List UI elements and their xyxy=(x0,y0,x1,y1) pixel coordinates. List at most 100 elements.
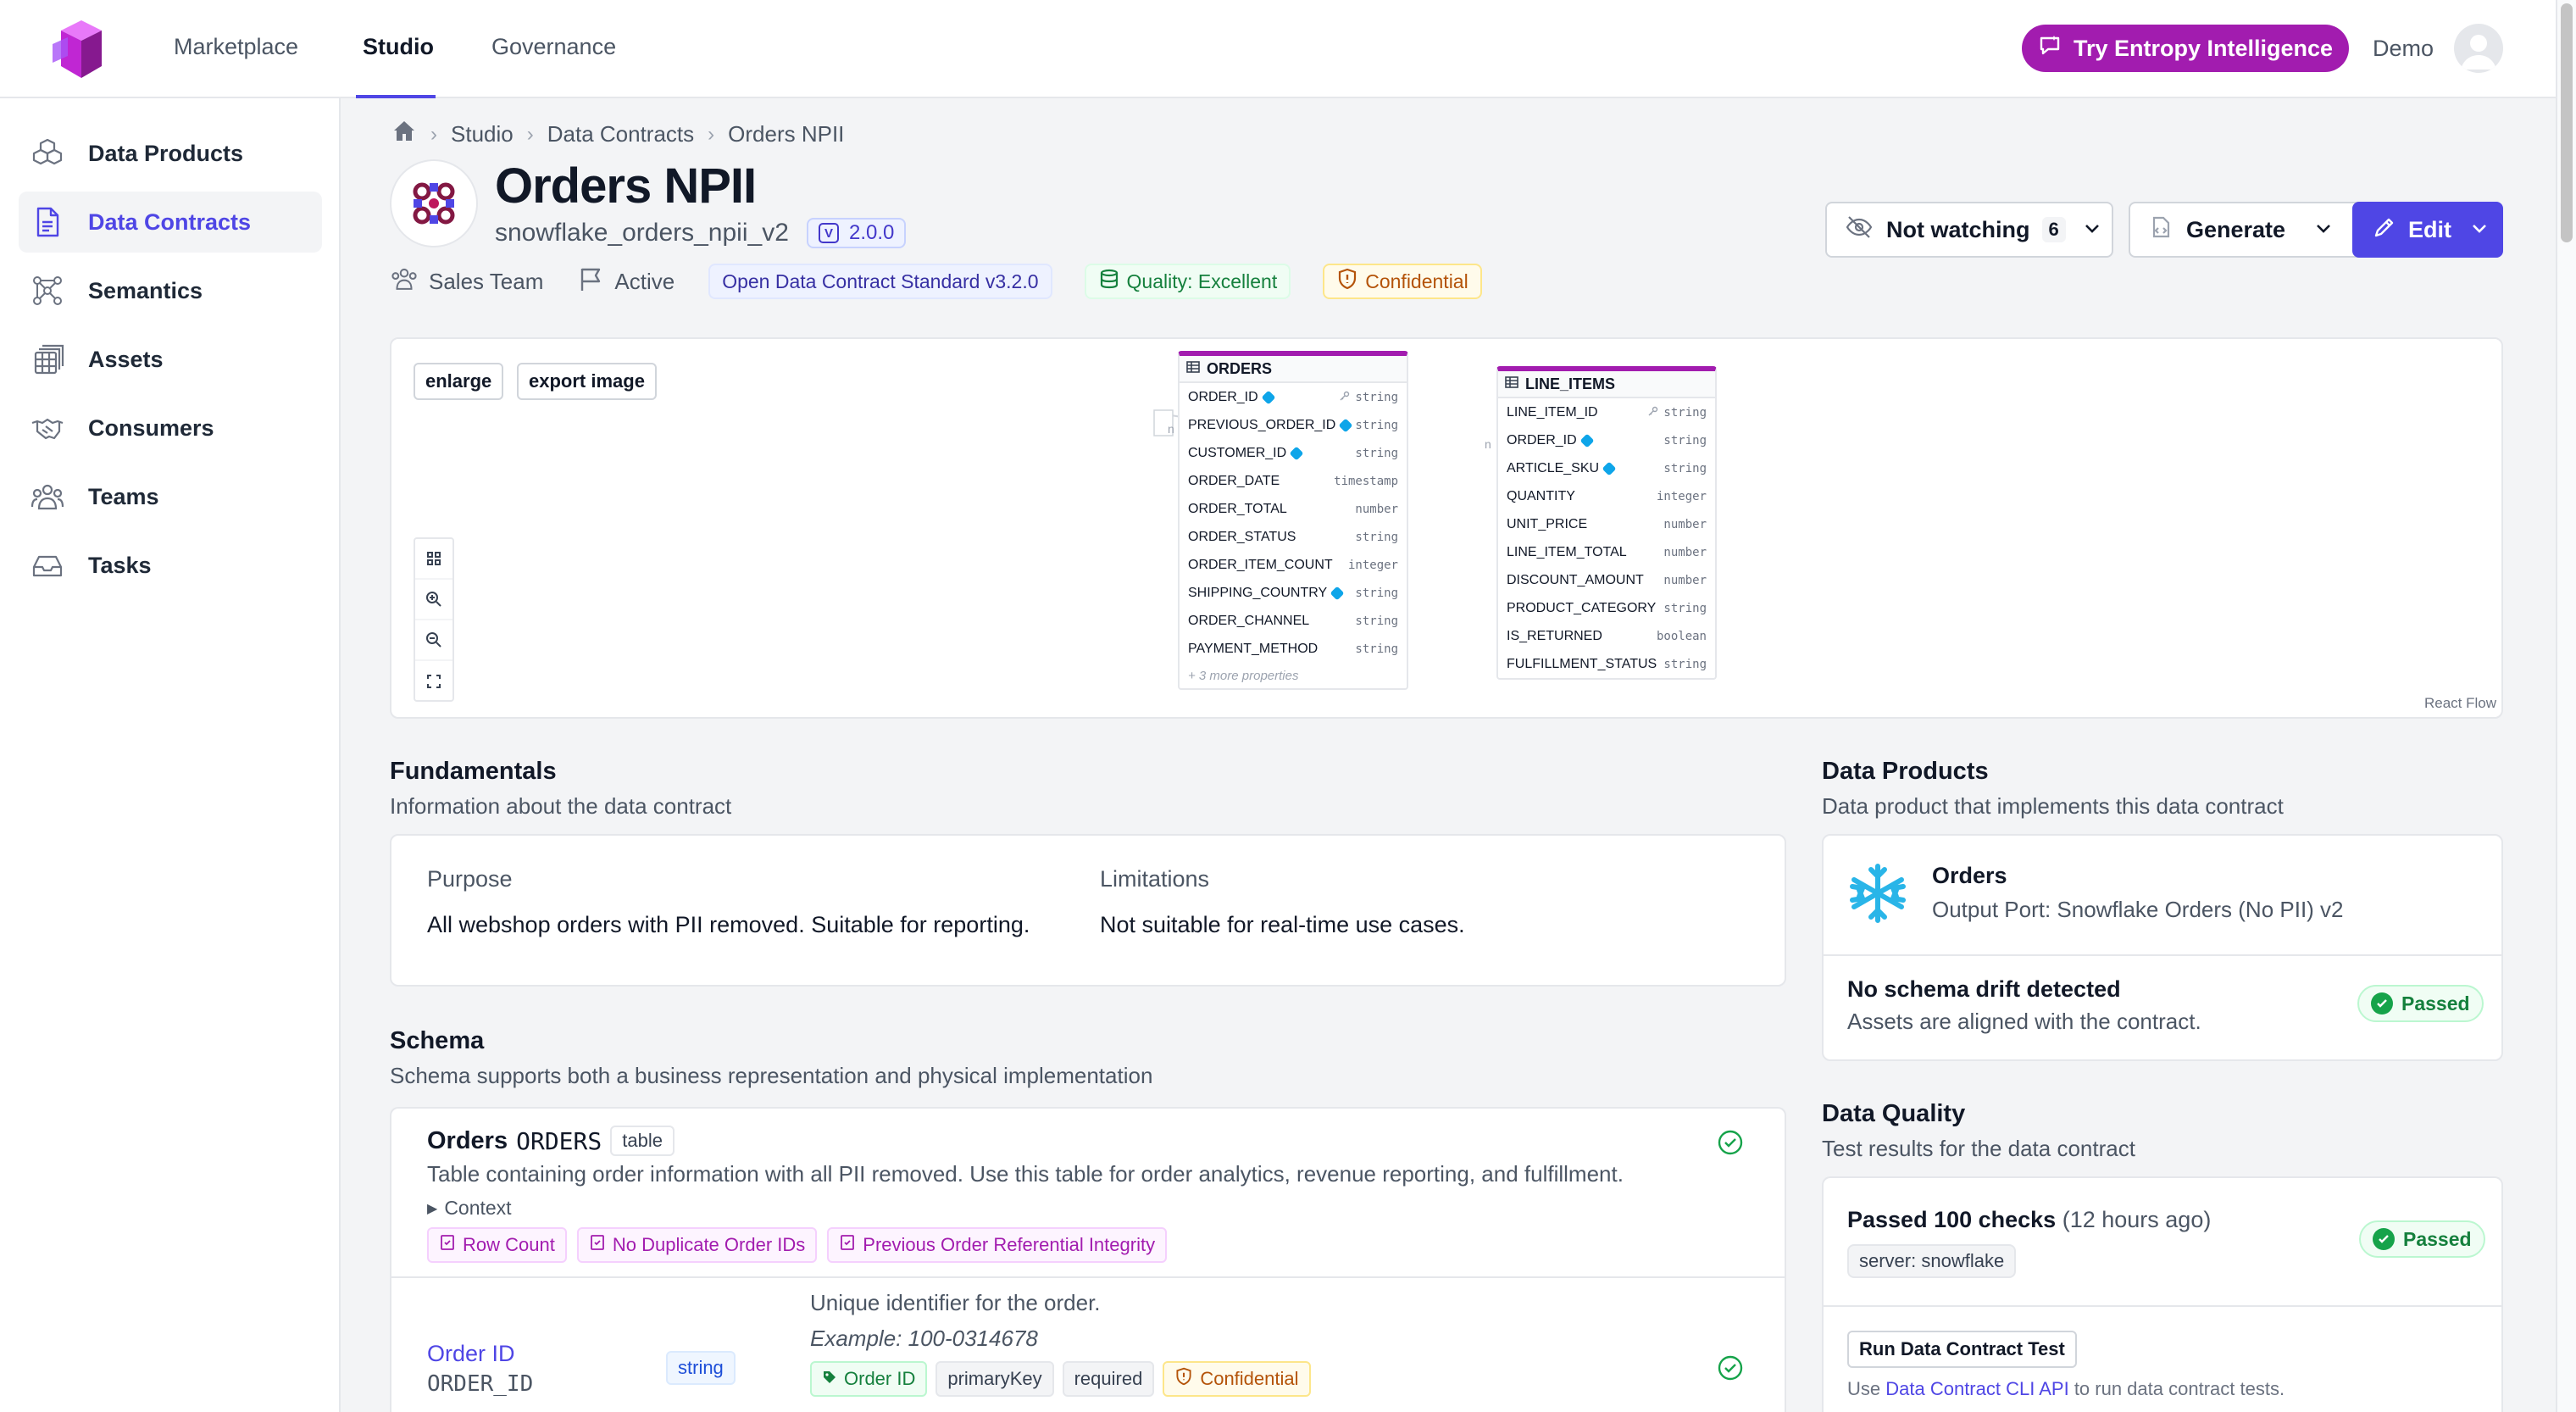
node-field-row: LINE_ITEM_ID string xyxy=(1498,398,1715,426)
breadcrumb-studio[interactable]: Studio xyxy=(451,121,514,147)
product-name[interactable]: Orders xyxy=(1932,863,2007,889)
field-name: IS_RETURNED xyxy=(1507,628,1602,643)
table-icon xyxy=(1505,375,1518,393)
sidebar-item-teams[interactable]: Teams xyxy=(19,466,322,527)
field-type: integer xyxy=(1656,489,1707,503)
field-name-cell: ORDER_ITEM_COUNT xyxy=(1188,558,1333,573)
check-badge[interactable]: No Duplicate Order IDs xyxy=(576,1227,818,1263)
field-type: number xyxy=(1355,502,1398,516)
field-type-cell: string xyxy=(1663,602,1707,615)
diagram-edges xyxy=(1153,409,1256,450)
edit-button[interactable]: Edit xyxy=(2352,202,2503,258)
tag-icon xyxy=(1338,418,1353,432)
sidebar-item-assets[interactable]: Assets xyxy=(19,329,322,390)
field-type-cell: number xyxy=(1663,574,1707,587)
schema-diagram[interactable]: enlarge export image n n ORDERS ORDER_ID… xyxy=(390,337,2503,719)
breadcrumb-data-contracts[interactable]: Data Contracts xyxy=(547,121,694,147)
field-type-cell: string xyxy=(1663,462,1707,475)
top-navigation: Marketplace Studio Governance Try Entrop… xyxy=(0,0,2576,98)
file-code-icon xyxy=(2149,215,2173,245)
field-type-cell: integer xyxy=(1657,490,1707,503)
field-name: ORDER_DATE xyxy=(1188,473,1280,488)
data-products-subtitle: Data product that implements this data c… xyxy=(1822,793,2284,819)
required-badge: required xyxy=(1062,1361,1155,1397)
cli-suffix: to run data contract tests. xyxy=(2074,1378,2285,1399)
field-name[interactable]: Order ID xyxy=(427,1341,515,1367)
context-toggle[interactable]: ▶ Context xyxy=(427,1197,512,1220)
nav-studio[interactable]: Studio xyxy=(363,34,434,60)
tag-badge[interactable]: Order ID xyxy=(810,1361,928,1397)
field-type: string xyxy=(1355,446,1398,460)
entropy-logo-icon[interactable] xyxy=(47,14,115,81)
sidebar-item-semantics[interactable]: Semantics xyxy=(19,260,322,321)
handshake-icon xyxy=(29,409,66,447)
graph-icon xyxy=(29,272,66,309)
check-icon xyxy=(2373,1228,2395,1250)
tag-icon xyxy=(1289,446,1304,460)
home-icon[interactable] xyxy=(391,119,417,150)
sidebar-item-label: Data Contracts xyxy=(88,208,252,235)
schema-subtitle: Schema supports both a business represen… xyxy=(390,1063,1153,1088)
classification-badge[interactable]: Confidential xyxy=(1163,1361,1311,1397)
sidebar-item-label: Assets xyxy=(88,346,164,372)
node-field-row: CUSTOMER_ID string xyxy=(1180,439,1407,467)
field-type: string xyxy=(1355,390,1398,404)
field-name-cell: ARTICLE_SKU xyxy=(1507,461,1617,476)
scrollbar-thumb[interactable] xyxy=(2561,3,2573,242)
field-name-cell: LINE_ITEM_ID xyxy=(1507,405,1598,420)
field-name-cell: ORDER_DATE xyxy=(1188,474,1280,489)
divider xyxy=(1824,1305,2501,1307)
line-items-table-node[interactable]: LINE_ITEMS LINE_ITEM_ID string ORDER_ID str… xyxy=(1496,366,1717,680)
node-field-row: SHIPPING_COUNTRY string xyxy=(1180,579,1407,607)
field-name-cell: PRODUCT_CATEGORY xyxy=(1507,601,1656,616)
react-flow-attribution[interactable]: React Flow xyxy=(2424,695,2496,712)
check-badge[interactable]: Previous Order Referential Integrity xyxy=(827,1227,1168,1263)
generate-button[interactable]: Generate xyxy=(2129,202,2381,258)
table-description: Table containing order information with … xyxy=(427,1161,1624,1187)
watch-count: 6 xyxy=(2041,217,2066,242)
run-test-button[interactable]: Run Data Contract Test xyxy=(1847,1331,2077,1368)
field-name: LINE_ITEM_TOTAL xyxy=(1507,544,1627,559)
sidebar-item-consumers[interactable]: Consumers xyxy=(19,397,322,459)
more-properties: + 3 more properties xyxy=(1188,668,1299,683)
document-icon xyxy=(29,203,66,241)
document-check-icon xyxy=(839,1234,856,1256)
field-name: CUSTOMER_ID xyxy=(1188,445,1287,460)
nav-governance[interactable]: Governance xyxy=(491,34,616,60)
try-entropy-intelligence-button[interactable]: Try Entropy Intelligence xyxy=(2022,25,2349,72)
standard-badge[interactable]: Open Data Contract Standard v3.2.0 xyxy=(708,264,1052,299)
classification-badge[interactable]: Confidential xyxy=(1323,264,1482,299)
key-icon xyxy=(1340,391,1350,404)
users-icon xyxy=(390,264,419,299)
sidebar-item-data-contracts[interactable]: Data Contracts xyxy=(19,192,322,253)
divider xyxy=(1824,954,2501,956)
check-badge[interactable]: Row Count xyxy=(427,1227,567,1263)
sidebar-item-data-products[interactable]: Data Products xyxy=(19,123,322,184)
pencil-icon xyxy=(2373,215,2396,245)
active-tab-indicator xyxy=(356,95,436,98)
fundamentals-subtitle: Information about the data contract xyxy=(390,793,732,819)
limitations-label: Limitations xyxy=(1100,866,1210,892)
field-name: ORDER_ID xyxy=(1507,432,1577,448)
page-scrollbar[interactable] xyxy=(2556,0,2576,1412)
watch-button[interactable]: Not watching 6 xyxy=(1825,202,2113,258)
field-type-cell: integer xyxy=(1348,559,1398,572)
user-name[interactable]: Demo xyxy=(2373,36,2434,62)
nav-marketplace[interactable]: Marketplace xyxy=(174,34,298,60)
cli-link[interactable]: Data Contract CLI API xyxy=(1885,1378,2068,1399)
field-tags: Order ID primaryKey required Confidentia… xyxy=(810,1361,1311,1397)
node-field-row: FULFILLMENT_STATUS string xyxy=(1498,650,1715,678)
field-type-cell: number xyxy=(1663,518,1707,531)
sidebar-item-tasks[interactable]: Tasks xyxy=(19,535,322,596)
version-badge[interactable]: V 2.0.0 xyxy=(807,218,907,248)
field-name: FULFILLMENT_STATUS xyxy=(1507,656,1657,671)
node-field-row: ORDER_ITEM_COUNT integer xyxy=(1180,551,1407,579)
avatar[interactable] xyxy=(2454,24,2503,73)
field-name-cell: ORDER_TOTAL xyxy=(1188,502,1287,517)
data-product-card[interactable]: Orders Output Port: Snowflake Orders (No… xyxy=(1822,834,2503,1061)
quality-badge[interactable]: Quality: Excellent xyxy=(1084,264,1291,299)
field-type: string xyxy=(1663,461,1707,475)
orders-table-node[interactable]: ORDERS ORDER_ID string PREVIOUS_ORDER_ID st… xyxy=(1178,351,1408,690)
sidebar-item-label: Teams xyxy=(88,483,159,509)
team-link[interactable]: Sales Team xyxy=(390,264,543,299)
